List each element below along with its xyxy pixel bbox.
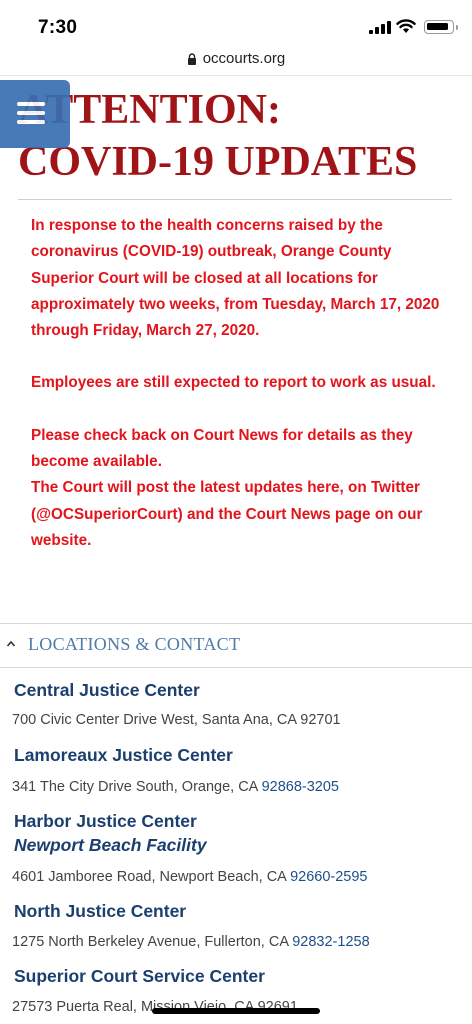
location-address: 700 Civic Center Drive West, Santa Ana, … <box>12 712 341 728</box>
headline-line-2: COVID-19 UPDATES <box>18 139 418 185</box>
hamburger-menu-icon[interactable] <box>0 80 70 148</box>
status-bar: 7:30 <box>0 0 472 46</box>
status-time: 7:30 <box>38 17 78 38</box>
caret-up-icon <box>6 640 16 647</box>
location-address: 341 The City Drive South, Orange, CA 928… <box>12 779 340 795</box>
zip-link[interactable]: 92832-1258 <box>292 934 369 950</box>
covid-notice: In response to the health concerns raise… <box>31 213 441 554</box>
location-subtitle-newport[interactable]: Newport Beach Facility <box>14 835 207 856</box>
battery-icon <box>424 20 458 34</box>
location-name-harbor[interactable]: Harbor Justice Center <box>14 811 197 832</box>
notice-paragraph-updates: The Court will post the latest updates h… <box>31 479 423 549</box>
zip-link[interactable]: 92660-2595 <box>290 869 367 885</box>
signal-icon <box>369 21 391 34</box>
location-address: 1275 North Berkeley Avenue, Fullerton, C… <box>12 934 370 950</box>
notice-paragraph-employees: Employees are still expected to report t… <box>31 374 436 392</box>
location-name-service-center[interactable]: Superior Court Service Center <box>14 966 265 987</box>
address-bar[interactable]: occourts.org <box>0 46 472 76</box>
location-name-central[interactable]: Central Justice Center <box>14 680 200 701</box>
divider <box>0 667 472 668</box>
url-text: occourts.org <box>202 50 286 67</box>
notice-paragraph-check-back: Please check back on Court News for deta… <box>31 426 413 471</box>
locations-title: LOCATIONS & CONTACT <box>28 634 241 654</box>
home-indicator[interactable] <box>152 1008 320 1014</box>
wifi-icon <box>396 19 416 33</box>
location-address: 4601 Jamboree Road, Newport Beach, CA 92… <box>12 869 368 885</box>
page-title: ATTENTION: COVID-19 UPDATES <box>18 84 458 188</box>
location-name-north[interactable]: North Justice Center <box>14 901 186 922</box>
divider <box>0 623 472 624</box>
zip-link[interactable]: 92868-3205 <box>262 779 339 795</box>
notice-paragraph-closure: In response to the health concerns raise… <box>31 217 440 340</box>
headline-line-1: ATTENTION: <box>18 87 281 133</box>
lock-icon <box>187 52 196 65</box>
location-name-lamoreaux[interactable]: Lamoreaux Justice Center <box>14 745 233 766</box>
locations-accordion-header[interactable]: LOCATIONS & CONTACT <box>0 631 472 663</box>
divider <box>18 199 452 200</box>
